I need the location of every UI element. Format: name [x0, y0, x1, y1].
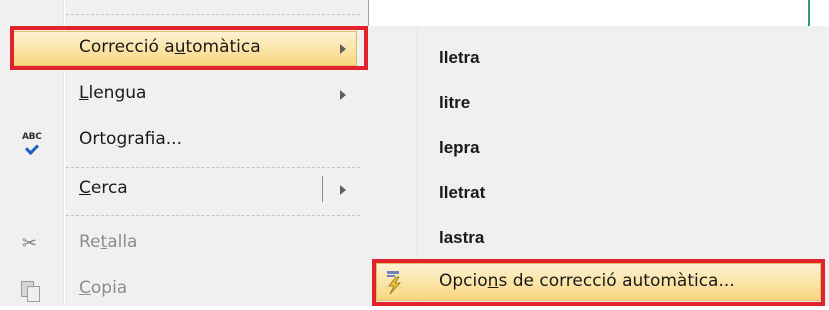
- menu-item-language[interactable]: Llengua: [0, 75, 368, 115]
- menu-item-label: Ortografia...: [79, 129, 182, 149]
- menu-item-label: Llengua: [79, 83, 147, 103]
- annotation-highlight-box: [372, 259, 825, 306]
- suggestion-label: lletrat: [439, 183, 486, 202]
- suggestion-item[interactable]: lletra: [368, 39, 829, 79]
- submenu-arrow-icon: [340, 90, 346, 100]
- suggestion-label: lepra: [439, 138, 480, 157]
- suggestion-label: lastra: [439, 228, 485, 247]
- split-button-divider: [322, 176, 323, 202]
- menu-separator: [66, 215, 360, 216]
- menu-item-label: Retalla: [79, 232, 138, 252]
- suggestion-item[interactable]: lletrat: [368, 174, 829, 214]
- menu-item-label: Copia: [79, 278, 128, 298]
- menu-item-copy: Copia: [0, 270, 368, 310]
- annotation-highlight-box: [10, 26, 368, 70]
- menu-item-cut: Retalla: [0, 224, 368, 264]
- autocorrect-options-item[interactable]: Opcions de correcció automàtica...: [368, 256, 829, 306]
- suggestion-label: litre: [439, 93, 471, 112]
- document-edge: [808, 0, 810, 26]
- menu-item-search[interactable]: Cerca: [0, 170, 368, 210]
- suggestion-label: lletra: [439, 48, 480, 67]
- suggestion-item[interactable]: lastra: [368, 219, 829, 259]
- menu-separator: [66, 167, 360, 168]
- menu-separator: [66, 14, 360, 15]
- context-menu: Correcció automàtica Llengua ABC Ortogra…: [0, 0, 369, 306]
- menu-item-label: Cerca: [79, 178, 128, 198]
- suggestion-item[interactable]: litre: [368, 84, 829, 124]
- submenu-arrow-icon[interactable]: [340, 185, 346, 195]
- autocorrect-submenu: lletra litre lepra lletrat lastra Opcion…: [368, 26, 829, 306]
- suggestion-item[interactable]: lepra: [368, 129, 829, 169]
- menu-item-spelling[interactable]: Ortografia...: [0, 121, 368, 161]
- menu-item-autocorrect[interactable]: Correcció automàtica: [0, 26, 368, 70]
